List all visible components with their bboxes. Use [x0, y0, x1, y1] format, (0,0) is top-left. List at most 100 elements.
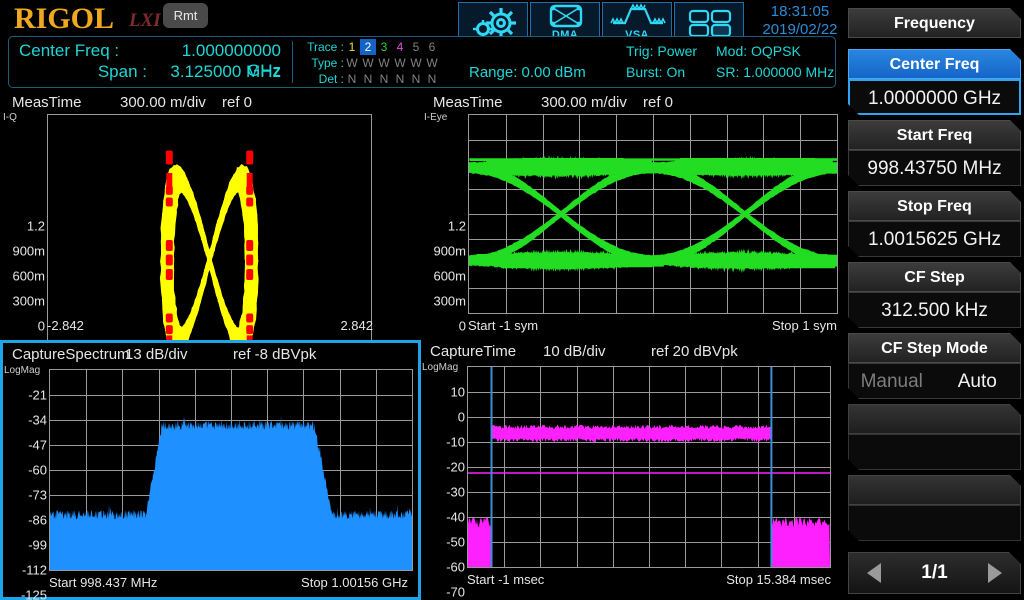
start-freq-softkey-value[interactable]: 998.43750 MHz: [848, 150, 1021, 186]
trace-num-5[interactable]: 5: [408, 39, 424, 55]
time-ytick-3: -20: [446, 460, 465, 475]
capture-spectrum-panel[interactable]: CaptureSpectrum LogMag 13 dB/div ref -8 …: [0, 340, 421, 600]
time-ytick-1: 0: [458, 410, 465, 425]
time-ytick-7: -60: [446, 560, 465, 575]
info-divider: [292, 41, 293, 83]
sr-status: SR: 1.000000 MHz: [716, 64, 834, 80]
time-ref-label: ref 20 dBVpk: [651, 343, 738, 360]
time-plot-title: CaptureTime: [430, 343, 516, 360]
ieye-ytick-1: 900m: [433, 244, 466, 259]
sidebar-item-start-freq[interactable]: Start Freq 998.43750 MHz: [848, 120, 1021, 186]
trig-status: Trig: Power: [626, 43, 697, 59]
stop-freq-softkey-value[interactable]: 1.0015625 GHz: [848, 221, 1021, 257]
iq-ytick-4: 0: [38, 319, 45, 334]
trace-row: Trace :123456: [300, 39, 440, 55]
right-arrow-icon[interactable]: [988, 563, 1002, 583]
sidebar-item-blank-2[interactable]: [848, 475, 1021, 541]
cf-step-mode-auto[interactable]: Auto: [935, 364, 1021, 400]
time-svg: [468, 367, 830, 567]
sidebar-item-stop-freq[interactable]: Stop Freq 1.0015625 GHz: [848, 191, 1021, 257]
clock-display: 18:31:05 2019/02/22: [757, 3, 843, 39]
type-6: W: [424, 55, 440, 71]
det-2: N: [360, 71, 376, 87]
type-5: W: [408, 55, 424, 71]
iq-div-label: 300.00 m/div: [120, 94, 206, 111]
iq-ref-label: ref 0: [222, 94, 252, 111]
ieye-x-start-label: Start -1 sym: [468, 318, 538, 333]
spec-ytick-1: -34: [28, 413, 47, 428]
type-4: W: [392, 55, 408, 71]
ieye-plot-grid[interactable]: [468, 114, 838, 314]
sidebar-item-cf-step[interactable]: CF Step 312.500 kHz: [848, 262, 1021, 328]
trace-num-4[interactable]: 4: [392, 39, 408, 55]
spectrum-x-start-label: Start 998.437 MHz: [49, 575, 157, 590]
clock-time: 18:31:05: [757, 3, 843, 21]
spectrum-plot-grid[interactable]: [49, 369, 413, 571]
stop-freq-softkey-label[interactable]: Stop Freq: [848, 191, 1021, 221]
time-ytick-0: 10: [451, 385, 465, 400]
spec-ytick-6: -99: [28, 538, 47, 553]
iq-ytick-3: 300m: [12, 294, 45, 309]
time-ytick-6: -50: [446, 535, 465, 550]
spec-ytick-5: -86: [28, 513, 47, 528]
sidebar-item-cf-step-mode[interactable]: CF Step Mode ManualAuto: [848, 333, 1021, 399]
blank-softkey-value-1: [848, 434, 1021, 470]
ieye-ytick-4: 0: [459, 319, 466, 334]
iq-plot-panel[interactable]: MeasTime I-Q 300.00 m/div ref 0 1.2 900m…: [0, 92, 421, 340]
det-4: N: [392, 71, 408, 87]
type-row-label: Type :: [300, 55, 344, 71]
ieye-ytick-2: 600m: [433, 269, 466, 284]
trace-num-6[interactable]: 6: [424, 39, 440, 55]
lxi-logo: LXI: [129, 10, 161, 32]
spec-ytick-4: -73: [28, 488, 47, 503]
iq-plot-subtitle: I-Q: [3, 112, 17, 123]
ieye-plot-subtitle: I-Eye: [424, 112, 447, 123]
iq-ytick-0: 1.2: [27, 219, 45, 234]
cf-step-mode-softkey-label[interactable]: CF Step Mode: [848, 333, 1021, 363]
det-row-label: Det :: [300, 71, 344, 87]
ieye-div-label: 300.00 m/div: [541, 94, 627, 111]
spectrum-plot-title: CaptureSpectrum: [12, 346, 130, 363]
span-value: 3.125000 MHz: [147, 62, 281, 82]
time-plot-grid[interactable]: [467, 366, 831, 568]
sidebar-title-item: Frequency: [848, 8, 1021, 38]
sidebar-item-blank-1[interactable]: [848, 404, 1021, 470]
time-div-label: 10 dB/div: [543, 343, 606, 360]
start-freq-softkey-label[interactable]: Start Freq: [848, 120, 1021, 150]
blank-softkey-label-1: [848, 404, 1021, 434]
time-x-start-label: Start -1 msec: [467, 572, 544, 587]
sidebar-item-center-freq[interactable]: Center Freq 1.0000000 GHz: [848, 49, 1021, 115]
iq-x-start-label: -2.842: [47, 318, 84, 333]
ieye-plot-title: MeasTime: [433, 94, 502, 111]
spec-ytick-3: -60: [28, 463, 47, 478]
sidebar-pager[interactable]: 1/1: [848, 552, 1021, 594]
cf-step-mode-manual[interactable]: Manual: [849, 364, 935, 400]
trace-num-2[interactable]: 2: [360, 39, 376, 55]
type-1: W: [344, 55, 360, 71]
time-plot-subtitle: LogMag: [422, 362, 458, 373]
cf-step-mode-softkey-value[interactable]: ManualAuto: [848, 363, 1021, 399]
trace-num-1[interactable]: 1: [344, 39, 360, 55]
ieye-ytick-0: 1.2: [448, 219, 466, 234]
spec-ytick-7: -112: [22, 563, 47, 578]
page-indicator: 1/1: [921, 562, 947, 584]
cf-step-softkey-value[interactable]: 312.500 kHz: [848, 292, 1021, 328]
left-arrow-icon[interactable]: [867, 563, 881, 583]
time-ytick-5: -40: [446, 510, 465, 525]
status-info-panel: Center Freq : 1.000000000 GHz Span : 3.1…: [8, 36, 836, 88]
center-freq-softkey-label[interactable]: Center Freq: [848, 49, 1021, 79]
range-status: Range: 0.00 dBm: [469, 64, 586, 81]
iq-plot-title: MeasTime: [12, 94, 81, 111]
softkey-sidebar: Frequency Center Freq 1.0000000 GHz Star…: [845, 0, 1024, 600]
capture-time-panel[interactable]: CaptureTime LogMag 10 dB/div ref 20 dBVp…: [421, 340, 845, 600]
cf-step-softkey-label[interactable]: CF Step: [848, 262, 1021, 292]
trace-num-3[interactable]: 3: [376, 39, 392, 55]
spectrum-plot-subtitle: LogMag: [4, 365, 40, 376]
type-3: W: [376, 55, 392, 71]
ieye-plot-panel[interactable]: MeasTime I-Eye 300.00 m/div ref 0 1.2 90…: [421, 92, 845, 340]
ieye-ytick-3: 300m: [433, 294, 466, 309]
det-1: N: [344, 71, 360, 87]
center-freq-softkey-value[interactable]: 1.0000000 GHz: [848, 79, 1021, 115]
burst-status: Burst: On: [626, 64, 685, 80]
trace-row-label: Trace :: [300, 39, 344, 55]
